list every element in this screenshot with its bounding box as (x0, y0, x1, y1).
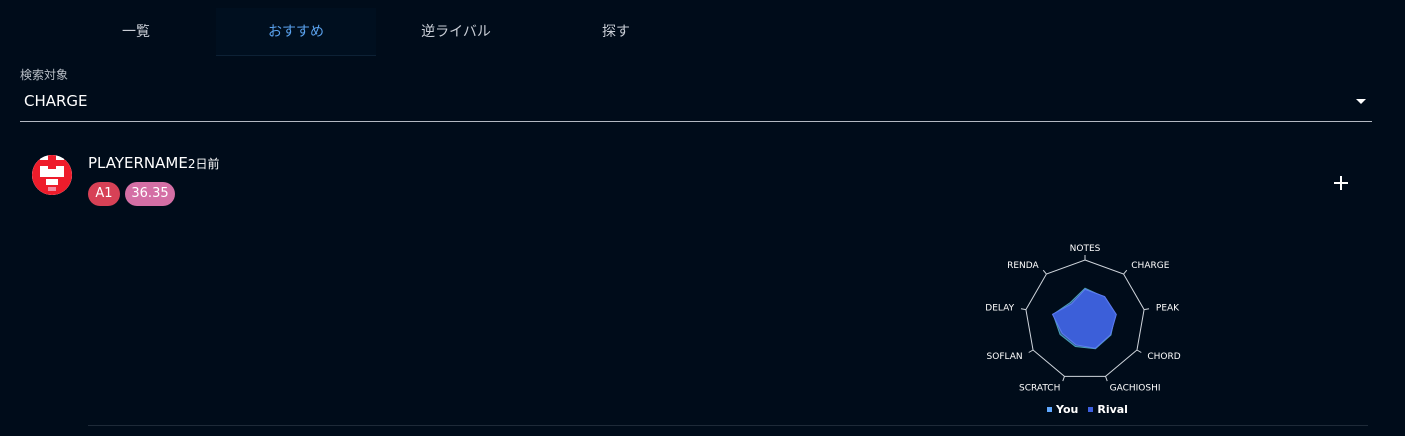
player-name-row: PLAYERNAME2日前 (88, 154, 219, 172)
list-divider (88, 425, 1368, 426)
radar-axis-label: SCRATCH (1019, 384, 1060, 394)
add-rival-button[interactable] (1327, 169, 1355, 197)
last-updated: 2日前 (187, 157, 220, 171)
radar-axis-tick (1020, 308, 1026, 311)
chart-legend: You Rival (1047, 403, 1128, 416)
avatar (32, 155, 72, 195)
legend-label-rival: Rival (1097, 403, 1128, 416)
radar-chart: NOTES CHARGE PEAK CHORD GACHIOSHI SCRATCH SOFL… (985, 244, 1180, 394)
radar-axis-label: PEAK (1156, 303, 1180, 313)
radar-axis-tick (1144, 308, 1150, 311)
radar-axis-label: DELAY (985, 303, 1014, 313)
tab-recommended[interactable]: おすすめ (216, 8, 376, 56)
radar-axis-tick (1136, 349, 1142, 353)
radar-axis-label: RENDA (1007, 261, 1039, 271)
tab-reverse-rival[interactable]: 逆ライバル (376, 8, 536, 56)
tab-bar: 一覧 おすすめ 逆ライバル 探す (56, 8, 696, 56)
radar-axis-tick (1105, 376, 1108, 382)
radar-axis-tick (1123, 269, 1128, 275)
legend-swatch-you (1047, 407, 1052, 412)
radar-axis-tick (1042, 269, 1047, 275)
legend-item-rival[interactable]: Rival (1088, 403, 1128, 416)
radar-axis-tick (1062, 376, 1065, 382)
plus-icon (1334, 176, 1348, 190)
radar-axis-label: NOTES (1070, 244, 1101, 254)
rank-badge: A1 (88, 182, 120, 206)
radar-axis-label: CHARGE (1131, 261, 1169, 271)
tab-list[interactable]: 一覧 (56, 8, 216, 56)
radar-axis-label: SOFLAN (987, 352, 1023, 362)
legend-item-you[interactable]: You (1047, 403, 1078, 416)
tab-search[interactable]: 探す (536, 8, 696, 56)
radar-axis-tick (1028, 349, 1034, 353)
score-badge: 36.35 (125, 182, 175, 206)
dropdown-caret-icon (1356, 99, 1366, 104)
pixel-avatar-icon (32, 155, 72, 195)
radar-axis-label: CHORD (1147, 352, 1180, 362)
search-target-select[interactable]: CHARGE (20, 84, 1372, 122)
legend-swatch-rival (1088, 407, 1094, 412)
search-target-value: CHARGE (24, 92, 88, 110)
radar-axis-label: GACHIOSHI (1110, 384, 1161, 394)
legend-label-you: You (1056, 403, 1079, 416)
player-name[interactable]: PLAYERNAME (88, 154, 188, 172)
search-target-label: 検索対象 (20, 68, 69, 82)
